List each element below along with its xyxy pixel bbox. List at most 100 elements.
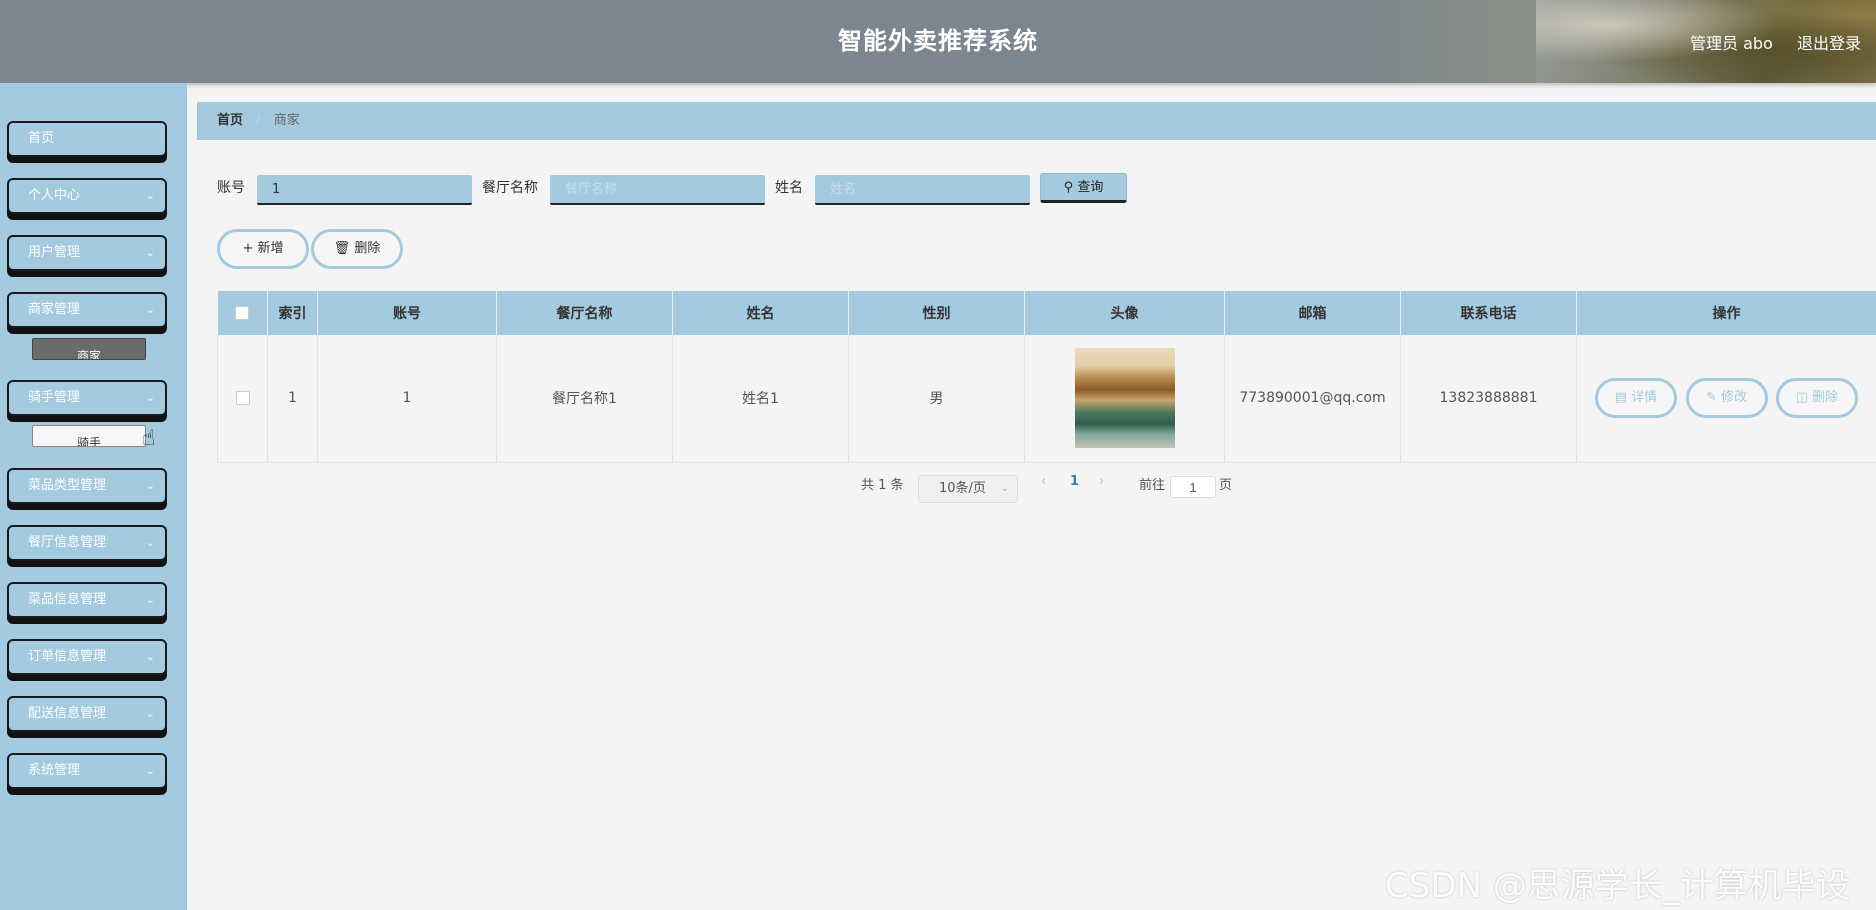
page-number-current[interactable]: 1	[1070, 474, 1079, 489]
page-suffix-label: 页	[1219, 478, 1233, 493]
merchant-table: 索引 账号 餐厅名称 姓名 性别 头像 邮箱 联系电话 操作 1 1 餐厅名称1…	[217, 291, 1876, 463]
table-row: 1 1 餐厅名称1 姓名1 男 773890001@qq.com 1382388…	[217, 335, 1876, 463]
sidebar-item-label: 菜品类型管理	[28, 478, 107, 493]
chevron-down-icon: ⌄	[145, 536, 155, 549]
cell-avatar	[1024, 335, 1225, 463]
sidebar-item-label: 用户管理	[28, 245, 81, 260]
column-header: 索引	[267, 291, 318, 335]
sidebar-item-label: 系统管理	[28, 763, 81, 778]
sidebar-item-restaurant-info-management[interactable]: 餐厅信息管理 ⌄	[7, 525, 167, 561]
prev-page-icon[interactable]: ‹	[1041, 474, 1046, 489]
top-header: 智能外卖推荐系统 管理员 abo 退出登录	[0, 0, 1876, 83]
chevron-down-icon: ⌄	[145, 303, 155, 316]
sidebar-item-user-management[interactable]: 用户管理 ⌄	[7, 235, 167, 271]
document-icon: ▤	[1614, 390, 1628, 406]
column-header: 性别	[848, 291, 1025, 335]
edit-button-label: 修改	[1721, 390, 1748, 406]
goto-label: 前往	[1139, 478, 1166, 493]
cell-index: 1	[267, 335, 318, 463]
restaurant-name-input[interactable]	[550, 175, 765, 205]
breadcrumb-home[interactable]: 首页	[217, 113, 243, 128]
sidebar-item-rider-management[interactable]: 骑手管理 ⌄	[7, 380, 167, 416]
column-header: 账号	[317, 291, 497, 335]
sidebar-item-home[interactable]: 首页	[7, 121, 167, 157]
sidebar-subitem-merchant[interactable]: 商家	[32, 338, 146, 360]
sidebar-item-label: 订单信息管理	[28, 649, 107, 664]
sidebar-item-delivery-info-management[interactable]: 配送信息管理 ⌄	[7, 696, 167, 732]
row-checkbox[interactable]	[235, 391, 250, 406]
sidebar-item-dish-info-management[interactable]: 菜品信息管理 ⌄	[7, 582, 167, 618]
query-button-label: 查询	[1077, 180, 1104, 195]
chevron-down-icon: ⌄	[145, 246, 155, 259]
next-page-icon[interactable]: ›	[1099, 474, 1104, 489]
chevron-down-icon: ⌄	[145, 479, 155, 492]
chevron-down-icon: ⌄	[145, 650, 155, 663]
sidebar-item-label: 餐厅信息管理	[28, 535, 107, 550]
name-input[interactable]	[815, 175, 1030, 205]
account-label: 账号	[217, 180, 245, 196]
column-header: 操作	[1576, 291, 1876, 335]
breadcrumb: 首页 / 商家	[197, 102, 1876, 140]
batch-delete-button[interactable]: 🗑 删除	[311, 229, 403, 269]
chevron-down-icon: ⌄	[145, 764, 155, 777]
current-user-label: 管理员 abo	[1690, 34, 1773, 53]
cell-gender: 男	[848, 335, 1025, 463]
cell-phone: 13823888881	[1400, 335, 1577, 463]
sidebar-item-dish-type-management[interactable]: 菜品类型管理 ⌄	[7, 468, 167, 504]
add-button-label: 新增	[257, 241, 284, 256]
sidebar-item-label: 菜品信息管理	[28, 592, 107, 607]
breadcrumb-separator: /	[256, 113, 261, 128]
row-delete-button[interactable]: ◫ 删除	[1775, 378, 1858, 419]
column-header: 头像	[1024, 291, 1225, 335]
pencil-icon: ✎	[1705, 390, 1717, 406]
add-button[interactable]: + 新增	[217, 229, 309, 269]
page-size-value: 10条/页	[939, 481, 986, 496]
watermark: CSDN @思源学长_计算机毕设	[1385, 866, 1850, 906]
chevron-down-icon: ⌄	[145, 189, 155, 202]
page-size-select[interactable]: 10条/页 ⌄	[918, 475, 1018, 503]
pagination-total: 共 1 条	[861, 478, 904, 493]
goto-page-input[interactable]	[1170, 476, 1216, 498]
select-all-checkbox[interactable]	[235, 306, 250, 320]
cell-restaurant: 餐厅名称1	[496, 335, 673, 463]
sidebar-subitem-rider[interactable]: 骑手	[32, 425, 146, 447]
detail-button-label: 详情	[1631, 390, 1658, 406]
sidebar-item-label: 首页	[28, 131, 55, 146]
sidebar-item-system-management[interactable]: 系统管理 ⌄	[7, 753, 167, 789]
sidebar-item-personal-center[interactable]: 个人中心 ⌄	[7, 178, 167, 214]
breadcrumb-current: 商家	[273, 113, 300, 128]
chevron-down-icon: ⌄	[145, 391, 155, 404]
column-header: 餐厅名称	[496, 291, 673, 335]
sidebar-item-merchant-management[interactable]: 商家管理 ⌄	[7, 292, 167, 328]
restaurant-name-label: 餐厅名称	[482, 180, 538, 196]
site-title: 智能外卖推荐系统	[838, 27, 1038, 55]
avatar-image	[1074, 348, 1175, 449]
column-header: 姓名	[672, 291, 849, 335]
sidebar-item-label: 商家管理	[28, 302, 81, 317]
detail-button[interactable]: ▤ 详情	[1595, 378, 1678, 419]
plus-icon: +	[242, 241, 254, 256]
cell-name: 姓名1	[672, 335, 849, 463]
sidebar: 首页 个人中心 ⌄ 用户管理 ⌄ 商家管理 ⌄ 商家 骑手管理 ⌄ 骑手 菜品类…	[0, 83, 187, 910]
column-header: 邮箱	[1224, 291, 1401, 335]
logout-link[interactable]: 退出登录	[1797, 30, 1861, 54]
query-button[interactable]: ⚲ 查询	[1040, 173, 1127, 203]
row-delete-label: 删除	[1812, 390, 1839, 406]
edit-button[interactable]: ✎ 修改	[1685, 378, 1768, 419]
sidebar-item-label: 骑手管理	[28, 390, 81, 405]
trash-icon: ◫	[1795, 390, 1809, 406]
chevron-down-icon: ⌄	[1000, 483, 1009, 494]
hand-cursor-icon: ☝	[142, 426, 156, 451]
sidebar-item-order-info-management[interactable]: 订单信息管理 ⌄	[7, 639, 167, 675]
account-input[interactable]	[257, 175, 472, 205]
select-all-cell	[217, 291, 268, 335]
cell-actions: ▤ 详情 ✎ 修改 ◫ 删除	[1576, 335, 1876, 463]
chevron-down-icon: ⌄	[145, 593, 155, 606]
sidebar-item-label: 个人中心	[28, 188, 81, 203]
cell-account: 1	[317, 335, 497, 463]
trash-icon: 🗑	[333, 241, 351, 256]
search-icon: ⚲	[1063, 180, 1074, 195]
table-header-row: 索引 账号 餐厅名称 姓名 性别 头像 邮箱 联系电话 操作	[217, 291, 1876, 335]
batch-delete-label: 删除	[354, 241, 381, 256]
cell-email: 773890001@qq.com	[1224, 335, 1401, 463]
